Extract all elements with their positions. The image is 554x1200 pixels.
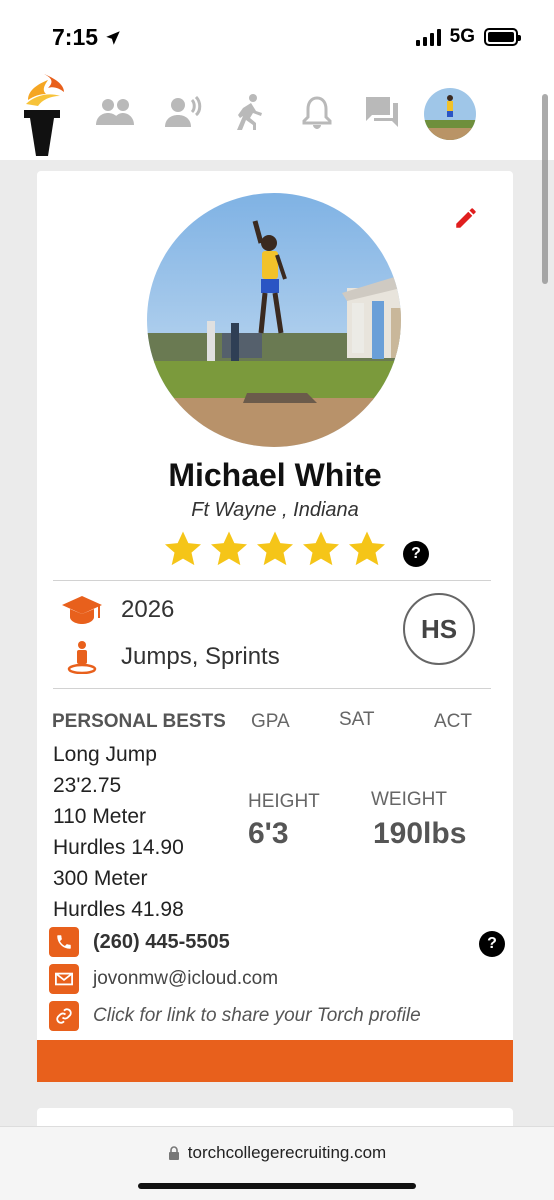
edit-icon[interactable] [453, 205, 479, 231]
weight-value: 190lbs [373, 817, 467, 850]
star-icon [303, 531, 339, 566]
url-display[interactable]: torchcollegerecruiting.com [0, 1143, 554, 1163]
grad-year-row: 2026 [61, 594, 174, 626]
status-bar: 7:15 5G [0, 0, 554, 66]
share-profile-link[interactable]: Click for link to share your Torch profi… [93, 1005, 421, 1027]
star-icon [211, 531, 247, 566]
status-indicators: 5G [415, 26, 521, 48]
personal-bests-heading: PERSONAL BESTS [52, 711, 226, 732]
recruits-icon[interactable] [95, 92, 135, 132]
athlete-location: Ft Wayne , Indiana [191, 499, 359, 521]
lock-icon [168, 1146, 179, 1160]
personal-best-line: Long Jump [53, 743, 157, 766]
athlete-pin-icon [67, 641, 97, 674]
profile-avatar[interactable] [424, 88, 476, 140]
browser-url-bar[interactable]: torchcollegerecruiting.com [0, 1126, 554, 1200]
personal-best-line: Hurdles 14.90 [53, 836, 184, 859]
email-address[interactable]: jovonmw@icloud.com [93, 968, 278, 990]
notifications-icon[interactable] [297, 92, 337, 132]
star-icon [165, 531, 201, 566]
app-nav-bar [0, 66, 554, 160]
rating-help-icon[interactable]: ? [403, 541, 429, 567]
phone-row[interactable]: (260) 445-5505 [49, 927, 230, 957]
page-scrollbar[interactable] [542, 94, 548, 284]
act-label: ACT [434, 711, 472, 732]
athlete-name: Michael White [168, 457, 382, 493]
url-text: torchcollegerecruiting.com [187, 1143, 387, 1162]
card-footer-bar [37, 1040, 513, 1082]
phone-icon [49, 927, 79, 957]
star-rating [163, 529, 387, 569]
email-row[interactable]: jovonmw@icloud.com [49, 964, 278, 994]
height-value: 6'3 [248, 817, 289, 850]
status-time: 7:15 [52, 24, 122, 51]
profile-card: Michael White Ft Wayne , Indiana ? 2026 … [37, 171, 513, 1082]
contact-help-icon[interactable]: ? [479, 931, 505, 957]
graduation-cap-icon [62, 596, 102, 624]
announcements-icon[interactable] [165, 92, 205, 132]
messages-icon[interactable] [362, 92, 402, 132]
phone-number[interactable]: (260) 445-5505 [93, 931, 230, 954]
personal-best-line: 23'2.75 [53, 774, 122, 797]
personal-best-line: 300 Meter [53, 867, 148, 890]
signal-icon [415, 28, 441, 46]
divider [53, 688, 491, 689]
activity-icon[interactable] [230, 92, 270, 132]
weight-label: WEIGHT [371, 789, 447, 810]
torch-logo[interactable] [18, 70, 70, 158]
profile-photo [147, 193, 401, 447]
sat-label: SAT [339, 709, 375, 730]
status-time-text: 7:15 [52, 24, 99, 50]
star-icon [349, 531, 385, 566]
personal-best-line: Hurdles 41.98 [53, 898, 184, 921]
personal-best-line: 110 Meter [53, 805, 146, 828]
share-link-row[interactable]: Click for link to share your Torch profi… [49, 1001, 421, 1031]
athlete-events: Jumps, Sprints [121, 643, 280, 670]
location-arrow-icon [106, 30, 120, 45]
home-indicator[interactable] [138, 1183, 416, 1189]
events-row: Jumps, Sprints [61, 640, 280, 674]
height-label: HEIGHT [248, 791, 320, 812]
network-type: 5G [449, 26, 475, 47]
grad-year: 2026 [121, 596, 175, 623]
link-icon [49, 1001, 79, 1031]
email-icon [49, 964, 79, 994]
battery-icon [484, 28, 521, 46]
star-icon [257, 531, 293, 566]
level-badge: HS [403, 593, 475, 665]
gpa-label: GPA [251, 711, 290, 732]
divider [53, 580, 491, 581]
personal-bests-list: Long Jump 23'2.75 110 Meter Hurdles 14.9… [53, 739, 223, 925]
